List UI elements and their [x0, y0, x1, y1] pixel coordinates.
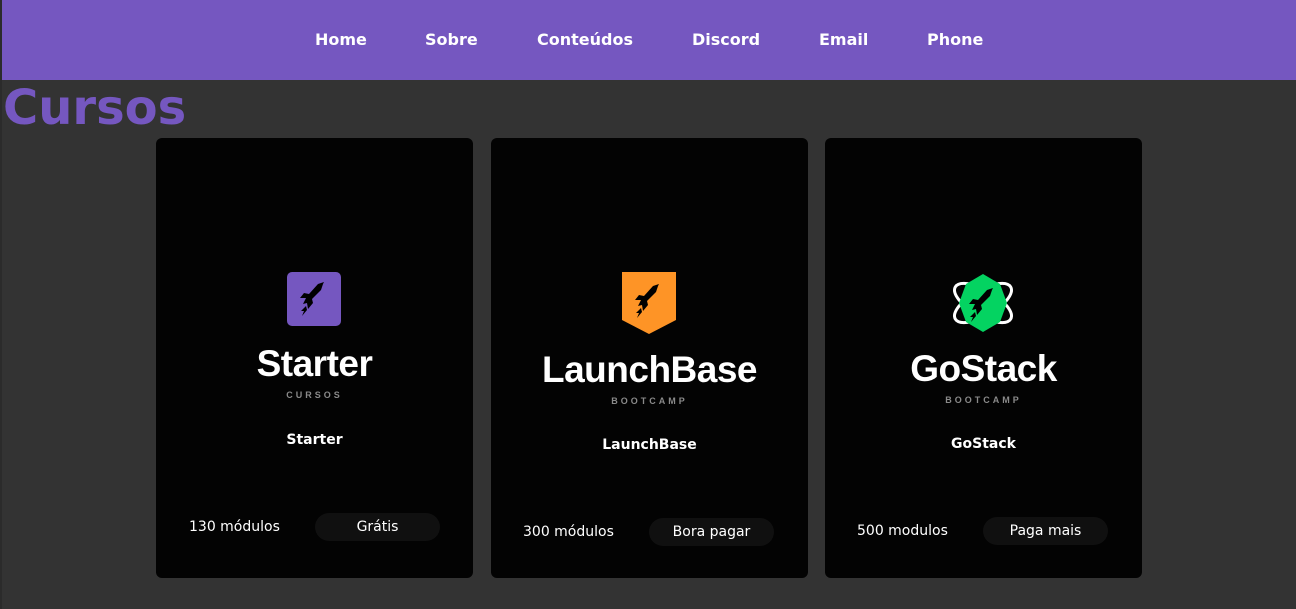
nav-link-phone[interactable]: Phone — [927, 30, 983, 50]
course-title: GoStack — [951, 436, 1016, 452]
course-logo-tagline: BOOTCAMP — [945, 395, 1022, 405]
course-modules-count: 500 modulos — [857, 523, 948, 539]
course-logo-tagline: BOOTCAMP — [611, 396, 688, 406]
course-card-starter[interactable]: Starter CURSOS Starter 130 módulos Gráti… — [156, 138, 473, 578]
nav-link-sobre[interactable]: Sobre — [425, 30, 478, 50]
page-title: Cursos — [3, 80, 187, 136]
nav-link-discord[interactable]: Discord — [692, 30, 760, 50]
window-edge — [0, 0, 2, 609]
course-logo-wordmark: LaunchBase — [541, 349, 758, 390]
price-button[interactable]: Paga mais — [983, 517, 1108, 545]
price-button[interactable]: Grátis — [315, 513, 440, 541]
nav-link-email[interactable]: Email — [819, 30, 868, 50]
nav-link-conteudos[interactable]: Conteúdos — [537, 30, 633, 50]
nav-link-home[interactable]: Home — [315, 30, 367, 50]
rocket-square-icon — [287, 272, 341, 326]
course-card-gostack[interactable]: GoStack BOOTCAMP GoStack 500 modulos Pag… — [825, 138, 1142, 578]
top-nav-bar: Home Sobre Conteúdos Discord Email Phone — [2, 0, 1296, 80]
rocket-atom-icon — [953, 274, 1013, 332]
rocket-shield-icon — [622, 272, 676, 334]
course-logo-tagline: CURSOS — [286, 390, 343, 400]
course-logo-wordmark: GoStack — [910, 348, 1057, 389]
course-modules-count: 130 módulos — [189, 519, 280, 535]
price-button[interactable]: Bora pagar — [649, 518, 774, 546]
course-modules-count: 300 módulos — [523, 524, 614, 540]
course-title: LaunchBase — [602, 437, 697, 453]
course-title: Starter — [286, 432, 343, 448]
course-logo-wordmark: Starter — [256, 343, 373, 384]
course-card-launchbase[interactable]: LaunchBase BOOTCAMP LaunchBase 300 módul… — [491, 138, 808, 578]
